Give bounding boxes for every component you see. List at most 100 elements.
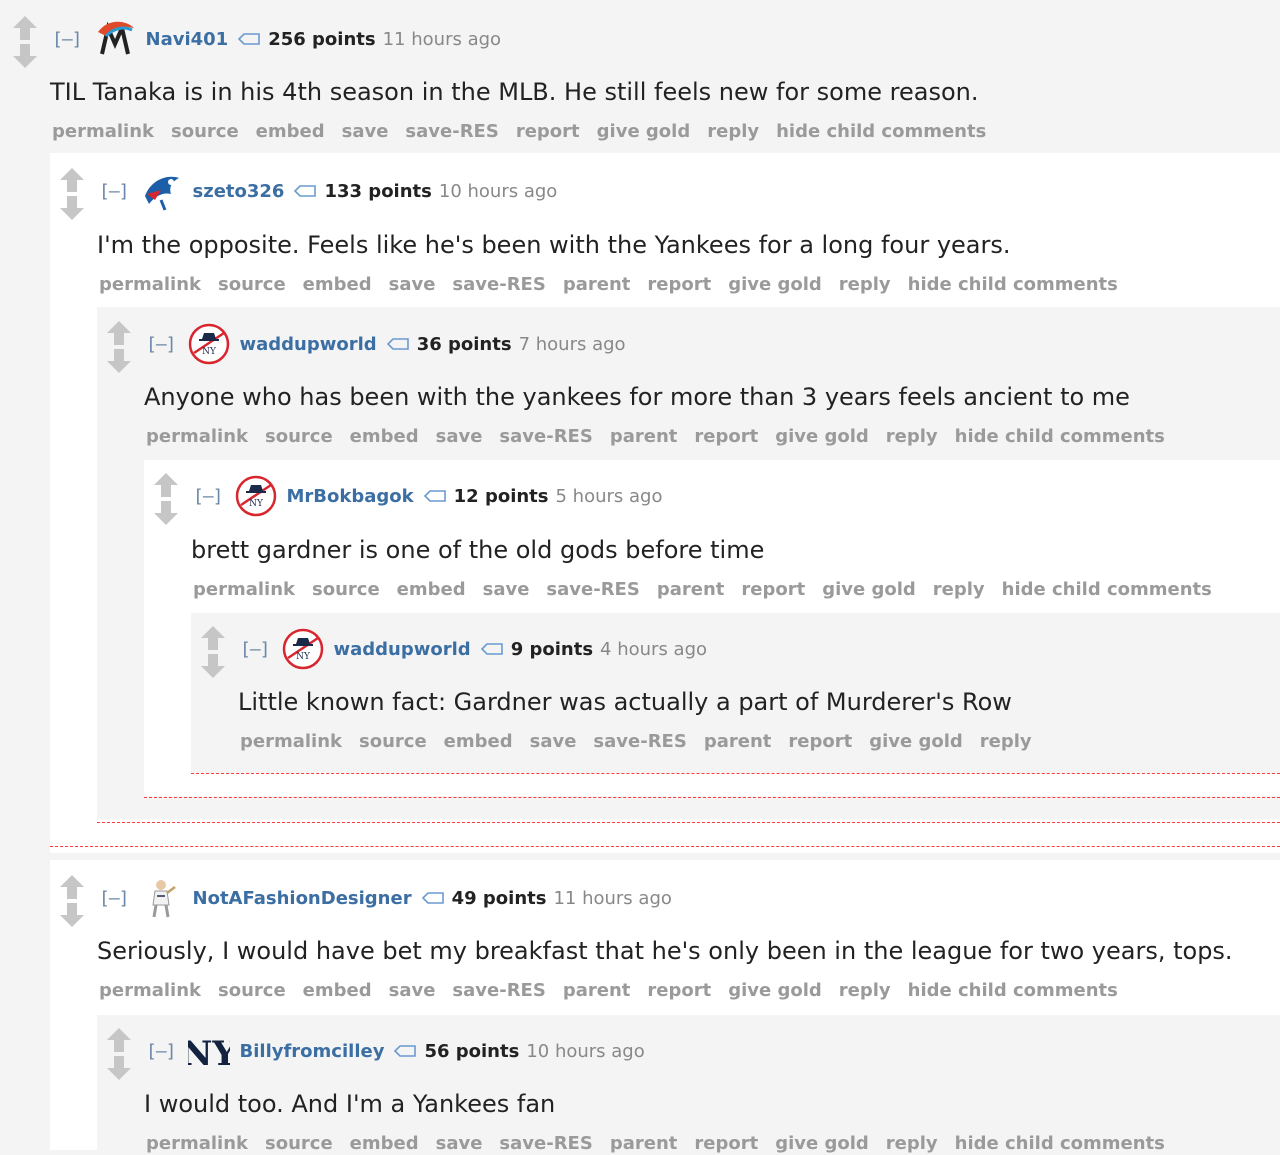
user-tag-icon[interactable] (423, 490, 446, 502)
reply-link[interactable]: reply (839, 274, 891, 295)
source-link[interactable]: source (218, 980, 286, 1001)
source-link[interactable]: source (218, 274, 286, 295)
user-tag-icon[interactable] (386, 338, 409, 350)
source-link[interactable]: source (265, 426, 333, 447)
upvote-arrow-icon[interactable] (200, 625, 226, 651)
user-tag-icon[interactable] (480, 643, 503, 655)
collapse-toggle[interactable]: [–] (99, 181, 129, 202)
downvote-arrow-icon[interactable] (106, 1055, 132, 1081)
reply-link[interactable]: reply (839, 980, 891, 1001)
parent-link[interactable]: parent (610, 1133, 678, 1154)
hide-child-comments-link[interactable]: hide child comments (776, 121, 986, 142)
parent-link[interactable]: parent (657, 579, 725, 600)
permalink-link[interactable]: permalink (193, 579, 295, 600)
report-link[interactable]: report (694, 426, 758, 447)
upvote-arrow-icon[interactable] (12, 15, 38, 41)
save-res-link[interactable]: save-RES (499, 1133, 592, 1154)
author-link[interactable]: MrBokbagok (287, 486, 414, 507)
parent-link[interactable]: parent (610, 426, 678, 447)
user-tag-icon[interactable] (421, 892, 444, 904)
give-gold-link[interactable]: give gold (775, 1133, 869, 1154)
permalink-link[interactable]: permalink (52, 121, 154, 142)
save-link[interactable]: save (389, 274, 436, 295)
report-link[interactable]: report (647, 274, 711, 295)
upvote-arrow-icon[interactable] (59, 167, 85, 193)
reply-link[interactable]: reply (933, 579, 985, 600)
reply-link[interactable]: reply (707, 121, 759, 142)
upvote-arrow-icon[interactable] (153, 472, 179, 498)
collapse-toggle[interactable]: [–] (52, 29, 82, 50)
hide-child-comments-link[interactable]: hide child comments (955, 426, 1165, 447)
report-link[interactable]: report (694, 1133, 758, 1154)
embed-link[interactable]: embed (397, 579, 466, 600)
upvote-arrow-icon[interactable] (59, 874, 85, 900)
report-link[interactable]: report (788, 731, 852, 752)
save-res-link[interactable]: save-RES (546, 579, 639, 600)
hide-child-comments-link[interactable]: hide child comments (908, 274, 1118, 295)
user-tag-icon[interactable] (294, 185, 317, 197)
downvote-arrow-icon[interactable] (59, 902, 85, 928)
parent-link[interactable]: parent (563, 980, 631, 1001)
save-res-link[interactable]: save-RES (405, 121, 498, 142)
reply-link[interactable]: reply (886, 426, 938, 447)
author-link[interactable]: waddupworld (334, 639, 471, 660)
upvote-arrow-icon[interactable] (106, 320, 132, 346)
downvote-arrow-icon[interactable] (59, 195, 85, 221)
give-gold-link[interactable]: give gold (775, 426, 869, 447)
user-tag-icon[interactable] (238, 33, 261, 45)
give-gold-link[interactable]: give gold (728, 274, 822, 295)
save-link[interactable]: save (530, 731, 577, 752)
hide-child-comments-link[interactable]: hide child comments (1002, 579, 1212, 600)
report-link[interactable]: report (647, 980, 711, 1001)
save-res-link[interactable]: save-RES (499, 426, 592, 447)
embed-link[interactable]: embed (350, 426, 419, 447)
downvote-arrow-icon[interactable] (106, 348, 132, 374)
downvote-arrow-icon[interactable] (12, 43, 38, 69)
collapse-toggle[interactable]: [–] (146, 1041, 176, 1062)
downvote-arrow-icon[interactable] (153, 500, 179, 526)
embed-link[interactable]: embed (350, 1133, 419, 1154)
embed-link[interactable]: embed (444, 731, 513, 752)
collapse-toggle[interactable]: [–] (193, 486, 223, 507)
source-link[interactable]: source (312, 579, 380, 600)
permalink-link[interactable]: permalink (146, 426, 248, 447)
reply-link[interactable]: reply (980, 731, 1032, 752)
collapse-toggle[interactable]: [–] (99, 888, 129, 909)
reply-link[interactable]: reply (886, 1133, 938, 1154)
parent-link[interactable]: parent (704, 731, 772, 752)
give-gold-link[interactable]: give gold (869, 731, 963, 752)
author-link[interactable]: Billyfromcilley (240, 1041, 385, 1062)
save-link[interactable]: save (389, 980, 436, 1001)
permalink-link[interactable]: permalink (99, 980, 201, 1001)
user-tag-icon[interactable] (394, 1045, 417, 1057)
report-link[interactable]: report (741, 579, 805, 600)
embed-link[interactable]: embed (303, 980, 372, 1001)
parent-link[interactable]: parent (563, 274, 631, 295)
author-link[interactable]: Navi401 (146, 29, 229, 50)
collapse-toggle[interactable]: [–] (146, 334, 176, 355)
give-gold-link[interactable]: give gold (597, 121, 691, 142)
source-link[interactable]: source (265, 1133, 333, 1154)
save-link[interactable]: save (436, 426, 483, 447)
embed-link[interactable]: embed (256, 121, 325, 142)
downvote-arrow-icon[interactable] (200, 653, 226, 679)
report-link[interactable]: report (516, 121, 580, 142)
save-link[interactable]: save (483, 579, 530, 600)
collapse-toggle[interactable]: [–] (240, 639, 270, 660)
source-link[interactable]: source (171, 121, 239, 142)
permalink-link[interactable]: permalink (240, 731, 342, 752)
save-res-link[interactable]: save-RES (593, 731, 686, 752)
save-link[interactable]: save (436, 1133, 483, 1154)
source-link[interactable]: source (359, 731, 427, 752)
save-res-link[interactable]: save-RES (452, 980, 545, 1001)
author-link[interactable]: NotAFashionDesigner (193, 888, 412, 909)
hide-child-comments-link[interactable]: hide child comments (955, 1133, 1165, 1154)
permalink-link[interactable]: permalink (146, 1133, 248, 1154)
permalink-link[interactable]: permalink (99, 274, 201, 295)
hide-child-comments-link[interactable]: hide child comments (908, 980, 1118, 1001)
give-gold-link[interactable]: give gold (822, 579, 916, 600)
save-res-link[interactable]: save-RES (452, 274, 545, 295)
embed-link[interactable]: embed (303, 274, 372, 295)
author-link[interactable]: waddupworld (240, 334, 377, 355)
give-gold-link[interactable]: give gold (728, 980, 822, 1001)
